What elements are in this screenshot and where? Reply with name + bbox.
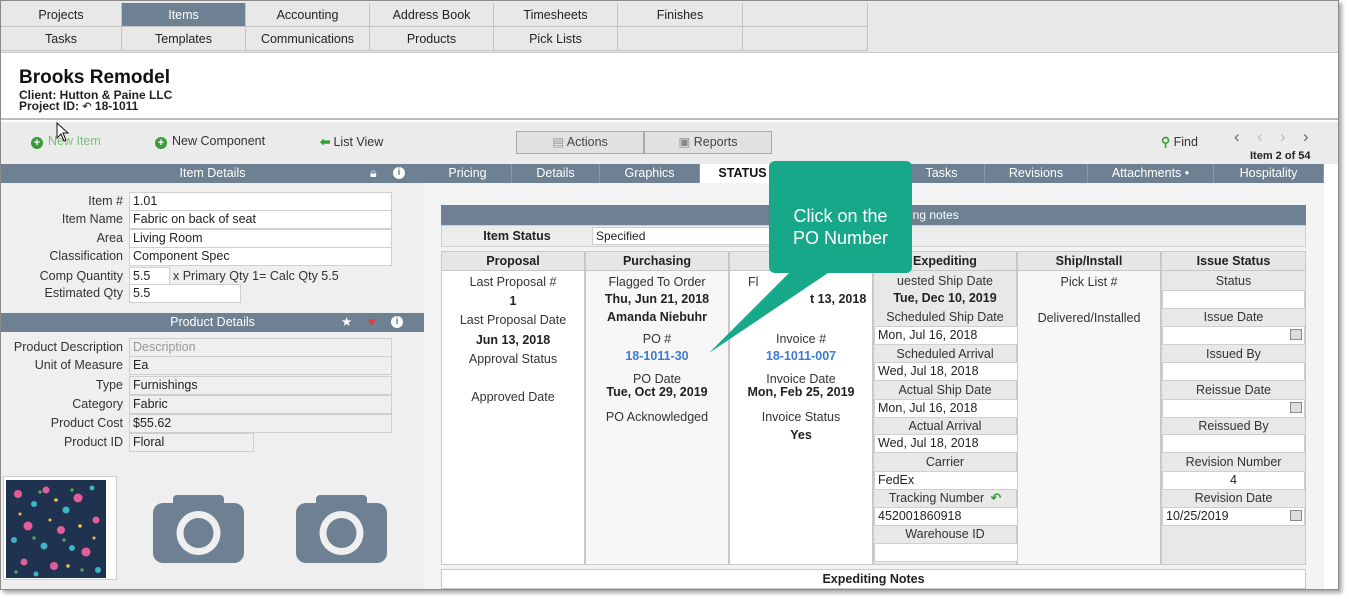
camera-icon[interactable] [153, 495, 244, 563]
po-number-link[interactable]: 18-1011-30 [586, 349, 728, 363]
find-button[interactable]: ⚲ Find [1161, 134, 1198, 149]
arrow-left-icon: ⬅ [320, 135, 331, 149]
nav-products[interactable]: Products [370, 27, 494, 51]
calendar-icon[interactable] [1290, 402, 1302, 413]
reissue-date-field[interactable] [1162, 399, 1305, 418]
purchasing-column: Purchasing Flagged To Order Thu, Jun 21,… [585, 251, 729, 565]
lock-icon[interactable]: 🔒︎ [370, 164, 377, 183]
back-arrow-icon[interactable]: ↶ [82, 101, 91, 113]
left-panel: Item # 1.01 Item Name Fabric on back of … [1, 183, 424, 589]
expediting-notes-header: Expediting Notes [441, 569, 1306, 589]
issue-status-column: Issue Status Status Issue Date Issued By… [1161, 251, 1306, 565]
search-icon: ⚲ [1161, 135, 1171, 149]
nav-projects[interactable]: Projects [1, 3, 122, 27]
project-id-label: Project ID: [19, 99, 80, 113]
tracking-number-label: Tracking Number ↶ [874, 490, 1016, 507]
reissued-by-field[interactable] [1162, 434, 1305, 453]
tab-revisions[interactable]: Revisions [985, 164, 1088, 183]
list-view-button[interactable]: ⬅ List View [320, 134, 383, 149]
mouse-cursor-icon [56, 122, 70, 142]
project-header: Brooks Remodel Client: Hutton & Paine LL… [1, 54, 1338, 120]
new-component-button[interactable]: + New Component [155, 134, 265, 149]
item-status-select[interactable]: Specified [592, 227, 772, 245]
product-image-thumb[interactable] [3, 476, 117, 580]
tab-details[interactable]: Details [512, 164, 600, 183]
nav-items[interactable]: Items [122, 3, 246, 27]
plus-icon: + [31, 137, 43, 149]
issue-status-field[interactable] [1162, 290, 1305, 309]
tab-bar: Item Details 🔒︎ i Pricing Details Graphi… [1, 164, 1324, 183]
nav-empty-1 [743, 3, 868, 27]
nav-communications[interactable]: Communications [246, 27, 370, 51]
nav-empty-3 [743, 27, 868, 51]
revision-number-field[interactable]: 4 [1162, 471, 1305, 490]
item-counter: Item 2 of 54 [1250, 150, 1311, 162]
star-icon[interactable]: ★ [341, 313, 352, 332]
actual-ship-date-field[interactable]: Mon, Jul 16, 2018 [874, 399, 1018, 418]
nav-pick-lists[interactable]: Pick Lists [494, 27, 618, 51]
calendar-icon[interactable] [1290, 510, 1302, 521]
first-item-icon[interactable]: ‹ [1234, 127, 1240, 147]
invoice-number-link[interactable]: 18-1011-007 [730, 349, 872, 363]
info-icon[interactable]: i [391, 316, 403, 328]
tab-hospitality[interactable]: Hospitality [1214, 164, 1324, 183]
carrier-field[interactable]: FedEx [874, 471, 1018, 490]
nav-finishes[interactable]: Finishes [618, 3, 743, 27]
nav-timesheets[interactable]: Timesheets [494, 3, 618, 27]
scheduled-ship-date-field[interactable]: Mon, Jul 16, 2018 [874, 326, 1018, 345]
calendar-icon[interactable] [1290, 329, 1302, 340]
tracking-number-field[interactable]: 452001860918 [874, 507, 1018, 526]
ship-install-column: Ship/Install Pick List # Delivered/Insta… [1017, 251, 1161, 565]
tab-pricing[interactable]: Pricing [424, 164, 512, 183]
camera-icon[interactable] [296, 495, 387, 563]
last-item-icon[interactable]: › [1303, 127, 1309, 147]
info-icon[interactable]: i [393, 167, 405, 179]
nav-empty-2 [618, 27, 743, 51]
warehouse-id-field[interactable] [874, 543, 1018, 562]
previous-item-icon[interactable]: ‹ [1257, 127, 1263, 147]
item-details-header: Item Details 🔒︎ i [1, 164, 424, 183]
actual-arrival-field[interactable]: Wed, Jul 18, 2018 [874, 434, 1018, 453]
top-navigation: Projects Items Accounting Address Book T… [1, 1, 1338, 53]
issued-by-field[interactable] [1162, 362, 1305, 381]
issue-date-field[interactable] [1162, 326, 1305, 345]
plus-icon: + [155, 137, 167, 149]
revision-date-field[interactable]: 10/25/2019 [1162, 507, 1305, 526]
proposal-column: Proposal Last Proposal # 1 Last Proposal… [441, 251, 585, 565]
scheduled-arrival-field[interactable]: Wed, Jul 18, 2018 [874, 362, 1018, 381]
reports-button[interactable]: ▣ Reports [644, 131, 772, 154]
project-title: Brooks Remodel [19, 67, 170, 88]
floral-fabric-image [6, 480, 106, 578]
nav-templates[interactable]: Templates [122, 27, 246, 51]
actions-button[interactable]: ▤ Actions [516, 131, 644, 154]
instruction-callout: Click on the PO Number [769, 161, 912, 273]
nav-accounting[interactable]: Accounting [246, 3, 370, 27]
expediting-column: Expediting uested Ship Date Tue, Dec 10,… [873, 251, 1018, 565]
heart-icon[interactable]: ♥ [368, 313, 375, 332]
product-details-header: Product Details ★ ♥ i [1, 313, 424, 332]
invoice-column: Fl t 13, 2018 Invoice # 18-1011-007 Invo… [729, 251, 873, 565]
reports-icon: ▣ [678, 135, 691, 149]
nav-address-book[interactable]: Address Book [370, 3, 494, 27]
tab-graphics[interactable]: Graphics [600, 164, 700, 183]
next-item-icon[interactable]: › [1280, 127, 1286, 147]
tab-attachments[interactable]: Attachments • [1088, 164, 1214, 183]
nav-tasks[interactable]: Tasks [1, 27, 122, 51]
undo-icon[interactable]: ↶ [991, 491, 1001, 505]
project-id-value: 18-1011 [94, 99, 139, 113]
project-id-line: Project ID: ↶ 18-1011 [19, 99, 138, 113]
actions-icon: ▤ [552, 135, 564, 149]
app-window: Projects Items Accounting Address Book T… [0, 0, 1339, 590]
item-toolbar: + New Item + New Component ⬅ List View ▤ Ac… [1, 122, 1338, 164]
